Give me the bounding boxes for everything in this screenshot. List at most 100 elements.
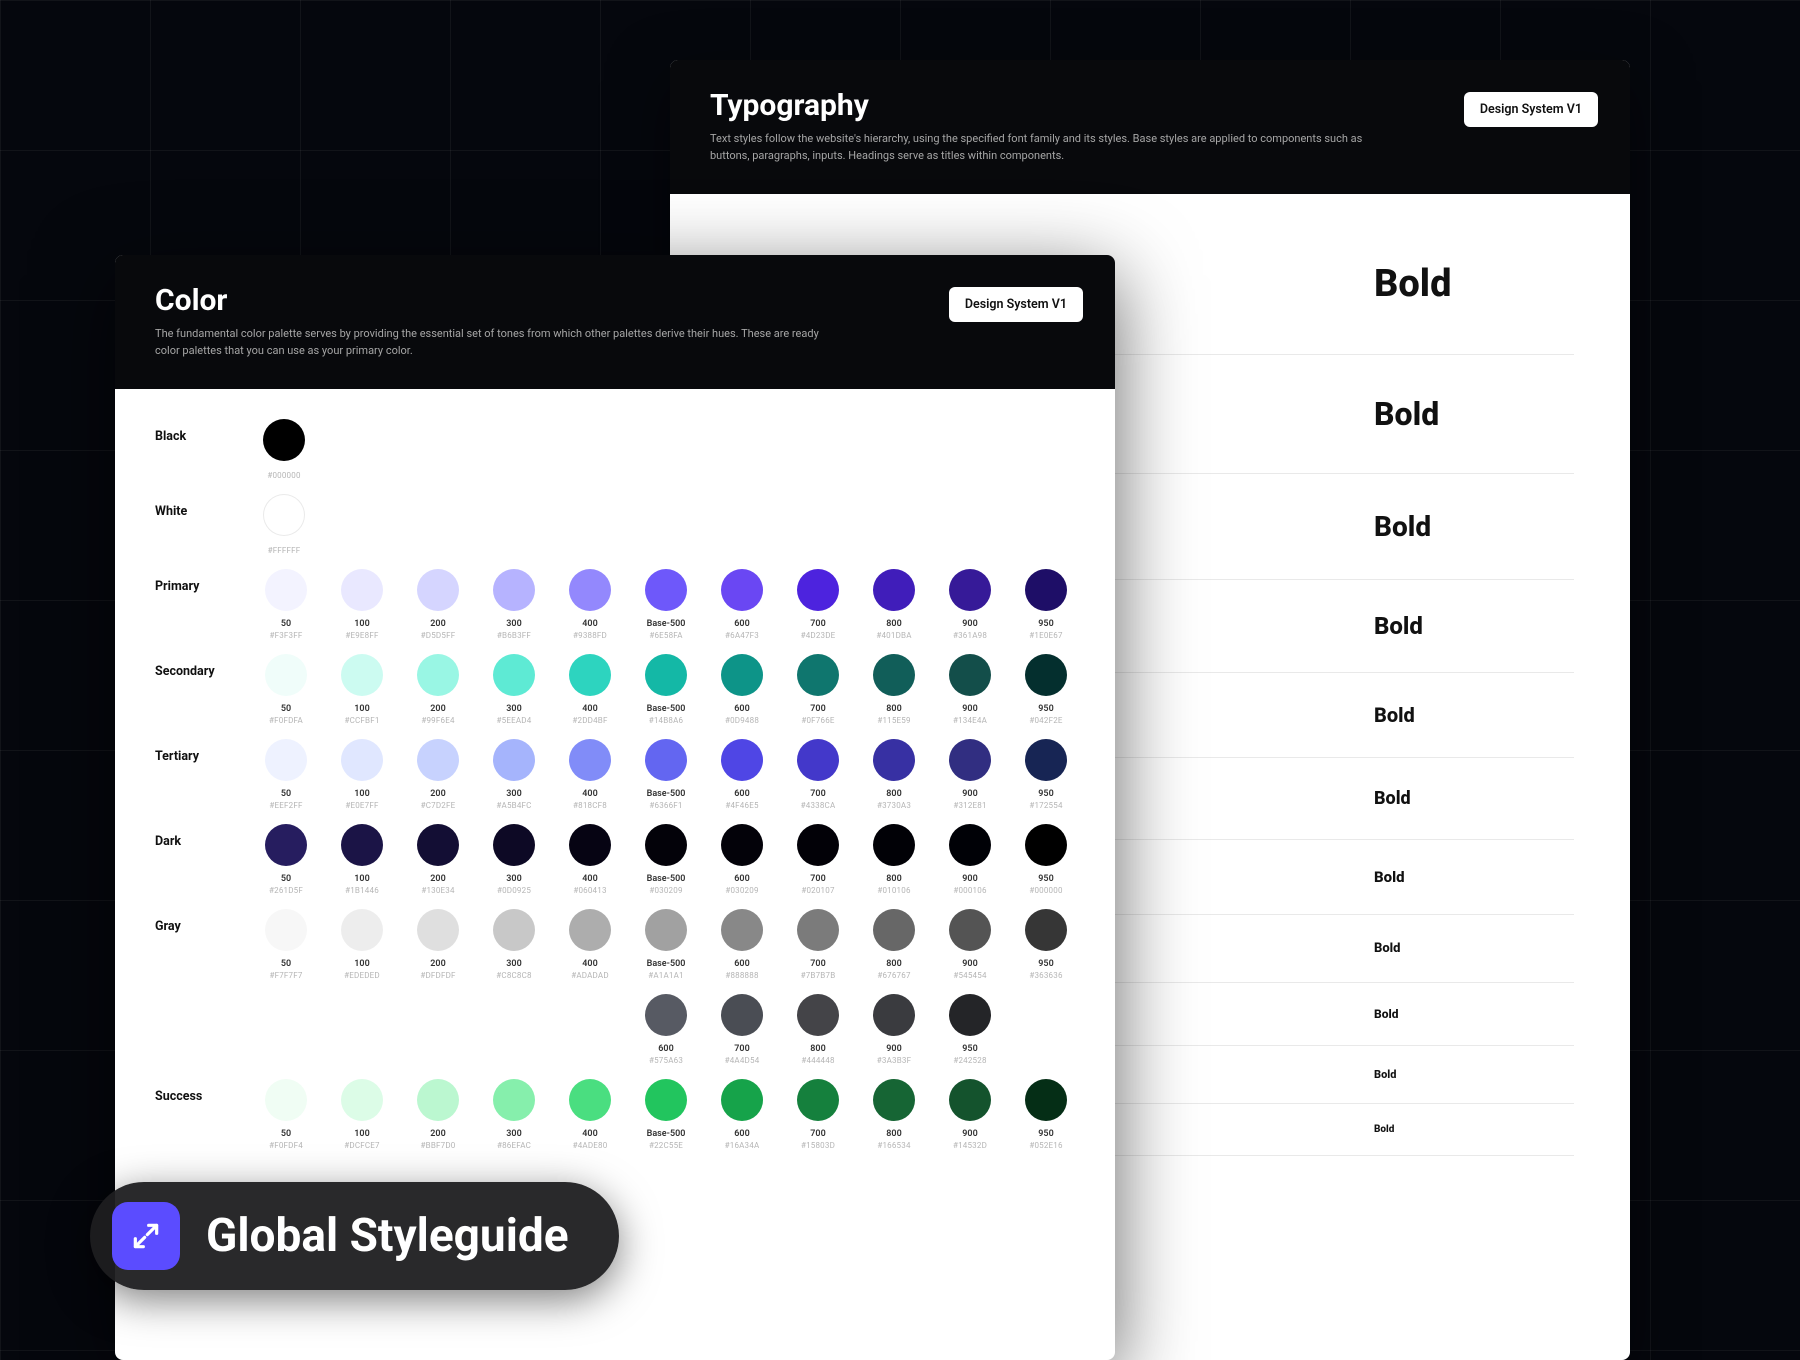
color-swatch[interactable]: 50#F7F7F7 — [263, 909, 309, 980]
color-swatch[interactable]: 900#134E4A — [947, 654, 993, 725]
swatch-hex: #0F766E — [801, 716, 834, 725]
color-swatch[interactable]: 600#4F46E5 — [719, 739, 765, 810]
color-swatch[interactable]: 600#030209 — [719, 824, 765, 895]
swatch-dot — [493, 909, 535, 951]
swatch-dot — [417, 739, 459, 781]
color-swatch[interactable]: 800#401DBA — [871, 569, 917, 640]
color-swatch[interactable]: 950#000000 — [1023, 824, 1069, 895]
color-swatch[interactable]: 100#DCFCE7 — [339, 1079, 385, 1150]
color-swatch[interactable]: 800#444448 — [795, 994, 841, 1065]
color-swatch[interactable]: 800#676767 — [871, 909, 917, 980]
color-swatch[interactable]: 300#5EEAD4 — [491, 654, 537, 725]
color-swatch[interactable]: Base-500#14B8A6 — [643, 654, 689, 725]
color-swatch[interactable]: 950#172554 — [1023, 739, 1069, 810]
color-swatch[interactable]: 100#1B1446 — [339, 824, 385, 895]
color-swatch[interactable]: 200#BBF7D0 — [415, 1079, 461, 1150]
color-swatch[interactable]: 200#130E34 — [415, 824, 461, 895]
color-swatch[interactable]: 800#010106 — [871, 824, 917, 895]
color-swatch[interactable]: 300#C8C8C8 — [491, 909, 537, 980]
color-swatch[interactable]: 300#B6B3FF — [491, 569, 537, 640]
color-swatch[interactable]: 900#312E81 — [947, 739, 993, 810]
color-swatch[interactable]: 100#EDEDED — [339, 909, 385, 980]
color-swatch[interactable]: 50#EEF2FF — [263, 739, 309, 810]
color-swatch[interactable]: 700#0F766E — [795, 654, 841, 725]
color-swatch[interactable]: 600#888888 — [719, 909, 765, 980]
swatch-list: 600#575A63 700#4A4D54 800#444448 900#3A3B3F… — [263, 994, 1075, 1065]
color-swatch[interactable]: 50#F0FDFA — [263, 654, 309, 725]
swatch-dot — [797, 569, 839, 611]
swatch-hex: #060413 — [573, 886, 606, 895]
swatch-dot — [721, 824, 763, 866]
color-swatch[interactable]: #000000 — [263, 419, 305, 480]
color-swatch[interactable]: 50#261D5F — [263, 824, 309, 895]
swatch-shade: 700 — [734, 1044, 749, 1054]
swatch-hex: #010106 — [877, 886, 910, 895]
swatch-dot — [1025, 1079, 1067, 1121]
swatch-shade: 100 — [354, 1129, 369, 1139]
color-swatch[interactable]: 600#6A47F3 — [719, 569, 765, 640]
swatch-dot — [265, 569, 307, 611]
color-swatch[interactable]: 200#C7D2FE — [415, 739, 461, 810]
color-swatch[interactable]: 700#4D23DE — [795, 569, 841, 640]
color-swatch[interactable]: Base-500#030209 — [643, 824, 689, 895]
color-swatch[interactable]: 700#15803D — [795, 1079, 841, 1150]
color-swatch[interactable]: 900#3A3B3F — [871, 994, 917, 1065]
color-row-label: Gray — [155, 909, 263, 934]
swatch-hex: #14532D — [953, 1141, 987, 1150]
color-swatch[interactable]: 600#575A63 — [643, 994, 689, 1065]
color-swatch[interactable]: 400#9388FD — [567, 569, 613, 640]
swatch-dot — [645, 1079, 687, 1121]
color-swatch[interactable]: 200#99F6E4 — [415, 654, 461, 725]
swatch-shade: 700 — [810, 874, 825, 884]
color-swatch[interactable]: 300#0D0925 — [491, 824, 537, 895]
color-swatch[interactable]: 50#F0FDF4 — [263, 1079, 309, 1150]
color-swatch[interactable]: 950#242528 — [947, 994, 993, 1065]
color-swatch[interactable]: 100#E0E7FF — [339, 739, 385, 810]
color-swatch[interactable]: 300#A5B4FC — [491, 739, 537, 810]
color-swatch[interactable]: 700#4A4D54 — [719, 994, 765, 1065]
color-swatch[interactable]: 600#0D9488 — [719, 654, 765, 725]
color-swatch[interactable]: 200#DFDFDF — [415, 909, 461, 980]
color-swatch[interactable]: Base-500#6366F1 — [643, 739, 689, 810]
color-swatch[interactable]: 700 #020107 — [795, 824, 841, 895]
swatch-shade: 600 — [734, 959, 749, 969]
color-swatch[interactable]: 400#818CF8 — [567, 739, 613, 810]
color-swatch[interactable]: 100#E9E8FF — [339, 569, 385, 640]
color-swatch[interactable]: 950#052E16 — [1023, 1079, 1069, 1150]
swatch-hex: #020107 — [801, 886, 834, 895]
swatch-dot — [645, 994, 687, 1036]
color-swatch[interactable]: 100#CCFBF1 — [339, 654, 385, 725]
color-swatch[interactable]: 400#060413 — [567, 824, 613, 895]
color-swatch[interactable]: 800#166534 — [871, 1079, 917, 1150]
color-swatch[interactable]: 700#4338CA — [795, 739, 841, 810]
color-swatch[interactable]: 950#042F2E — [1023, 654, 1069, 725]
swatch-hex: #242528 — [953, 1056, 986, 1065]
color-swatch[interactable]: 400#2DD4BF — [567, 654, 613, 725]
swatch-hex: #E9E8FF — [345, 631, 378, 640]
color-swatch[interactable]: 800#115E59 — [871, 654, 917, 725]
color-swatch[interactable]: 400#4ADE80 — [567, 1079, 613, 1150]
color-swatch[interactable]: 50#F3F3FF — [263, 569, 309, 640]
styleguide-badge[interactable]: Global Styleguide — [90, 1182, 619, 1290]
color-swatch[interactable]: 600#16A34A — [719, 1079, 765, 1150]
version-badge[interactable]: Design System V1 — [949, 287, 1083, 322]
color-swatch[interactable]: #FFFFFF — [263, 494, 305, 555]
color-swatch[interactable]: 950#363636 — [1023, 909, 1069, 980]
color-swatch[interactable]: Base-500#A1A1A1 — [643, 909, 689, 980]
color-swatch[interactable]: Base-500#6E58FA — [643, 569, 689, 640]
color-swatch[interactable]: 400#ADADAD — [567, 909, 613, 980]
color-swatch[interactable]: 300#86EFAC — [491, 1079, 537, 1150]
swatch-hex: #BBF7D0 — [421, 1141, 456, 1150]
color-swatch[interactable]: 900#545454 — [947, 909, 993, 980]
color-swatch[interactable]: 950#1E0E67 — [1023, 569, 1069, 640]
color-swatch[interactable]: 900#361A98 — [947, 569, 993, 640]
color-swatch[interactable]: 900#14532D — [947, 1079, 993, 1150]
color-swatch[interactable]: Base-500#22C55E — [643, 1079, 689, 1150]
version-badge[interactable]: Design System V1 — [1464, 92, 1598, 127]
swatch-shade: 950 — [1038, 874, 1053, 884]
color-swatch[interactable]: 200#D5D5FF — [415, 569, 461, 640]
swatch-shade: 600 — [658, 1044, 673, 1054]
color-swatch[interactable]: 800#3730A3 — [871, 739, 917, 810]
color-swatch[interactable]: 900#000106 — [947, 824, 993, 895]
color-swatch[interactable]: 700#7B7B7B — [795, 909, 841, 980]
